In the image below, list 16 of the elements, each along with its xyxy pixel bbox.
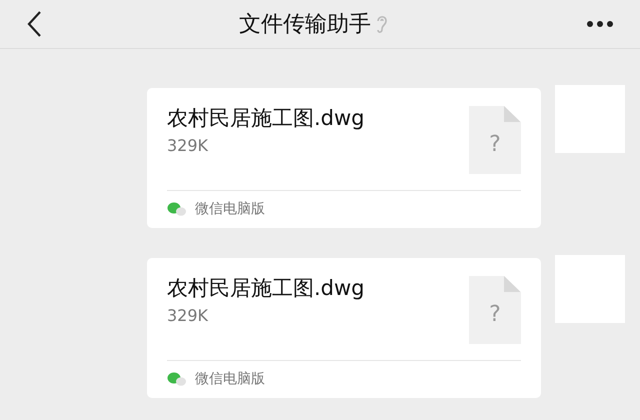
file-icon: ?: [469, 106, 521, 174]
ear-icon: [375, 13, 389, 35]
source-label: 微信电脑版: [195, 200, 265, 218]
file-size: 329K: [167, 306, 210, 325]
wechat-icon: [167, 371, 187, 387]
file-message-bubble[interactable]: 农村民居施工图.dwg 329K ? 微信电脑版: [147, 258, 541, 398]
file-message-bubble[interactable]: 农村民居施工图.dwg 329K ? 微信电脑版: [147, 88, 541, 228]
chat-title: 文件传输助手: [239, 11, 371, 39]
back-icon[interactable]: [26, 10, 42, 38]
more-icon[interactable]: [586, 20, 614, 28]
file-size: 329K: [167, 136, 210, 155]
file-icon: ?: [469, 276, 521, 344]
file-name: 农村民居施工图.dwg: [167, 105, 365, 132]
file-name: 农村民居施工图.dwg: [167, 275, 365, 302]
source-label: 微信电脑版: [195, 370, 265, 388]
wechat-icon: [167, 201, 187, 217]
